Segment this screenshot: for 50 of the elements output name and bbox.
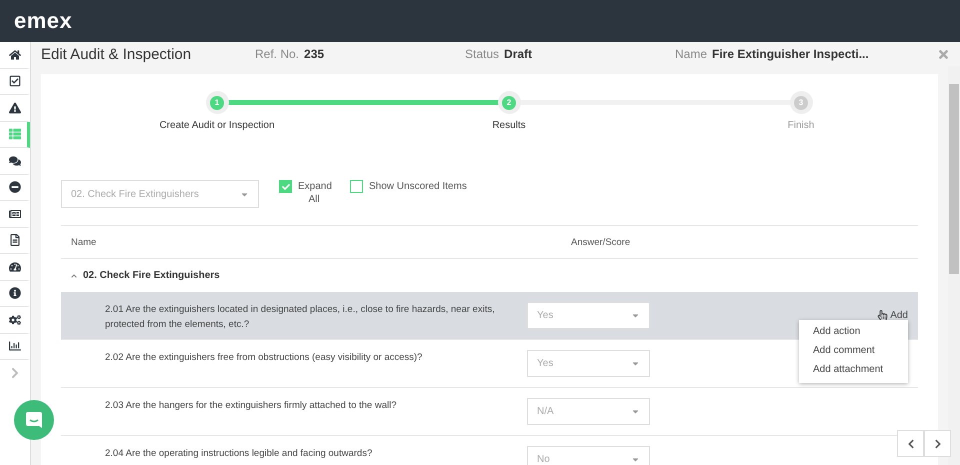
- step-label: Finish: [788, 120, 814, 131]
- logo: emex: [14, 8, 72, 34]
- checkmark-icon: [282, 182, 290, 190]
- expand-all-checkbox[interactable]: [279, 180, 292, 193]
- gears-icon: [9, 314, 21, 326]
- step-label: Results: [492, 120, 526, 131]
- name-value: Fire Extinguisher Inspecti...: [712, 47, 869, 61]
- hand-pointer-icon: [877, 310, 888, 321]
- info-icon: [9, 287, 21, 300]
- home-icon: [9, 48, 21, 61]
- step-marker: 1: [206, 91, 228, 114]
- show-unscored-label: Show Unscored Items: [369, 180, 468, 193]
- question-text: 2.04 Are the operating instructions legible and facing outwards?: [104, 447, 374, 461]
- ref-value: 235: [304, 47, 324, 61]
- gauge-icon: [9, 260, 21, 273]
- group-title: 02. Check Fire Extinguishers: [83, 270, 220, 281]
- add-button[interactable]: Add: [877, 310, 908, 321]
- question-text: 2.01 Are the extinguishers located in designated places, i.e., close to fire hazards, near exits, protected from the elements, etc.?: [104, 303, 496, 332]
- document-icon: [9, 234, 21, 246]
- chat-icon: [25, 411, 43, 429]
- menu-item[interactable]: Add action: [799, 323, 908, 342]
- next-button[interactable]: [924, 430, 951, 457]
- card-icon: [9, 208, 21, 220]
- column-header: Answer/Score: [571, 236, 632, 248]
- question-text: 2.02 Are the extinguishers free from obstructions (easy visibility or access)?: [104, 351, 424, 365]
- ref-label: Ref. No.: [255, 47, 300, 61]
- chevron-up-icon: [71, 272, 77, 278]
- step-label: Create Audit or Inspection: [159, 120, 275, 131]
- previous-button[interactable]: [897, 430, 924, 457]
- chevron-right-icon: [932, 438, 942, 448]
- warning-icon: [9, 102, 21, 114]
- step-marker: 2: [498, 91, 520, 114]
- chevron-right-icon: [9, 366, 21, 379]
- question-text: 2.03 Are the hangers for the extinguishers firmly attached to the wall?: [104, 399, 398, 413]
- show-unscored-checkbox[interactable]: [350, 180, 363, 193]
- scrollbar-thumb[interactable]: [949, 84, 959, 274]
- group-header[interactable]: 02. Check Fire Extinguishers: [61, 259, 918, 292]
- name-label: Name: [675, 47, 708, 61]
- menu-item[interactable]: Add comment: [799, 342, 908, 361]
- column-header: Name: [70, 236, 98, 248]
- bar-chart-icon: [9, 340, 21, 352]
- status-label: Status: [465, 47, 500, 61]
- list-icon: [9, 128, 21, 140]
- menu-item[interactable]: Add attachment: [799, 361, 908, 380]
- chat-bubbles-icon: [9, 154, 21, 167]
- status-value: Draft: [504, 47, 532, 61]
- checkbox-icon: [9, 75, 21, 88]
- page-title: Edit Audit & Inspection: [41, 46, 192, 62]
- chevron-left-icon: [906, 438, 916, 448]
- expand-all-label: Expand All: [298, 180, 330, 206]
